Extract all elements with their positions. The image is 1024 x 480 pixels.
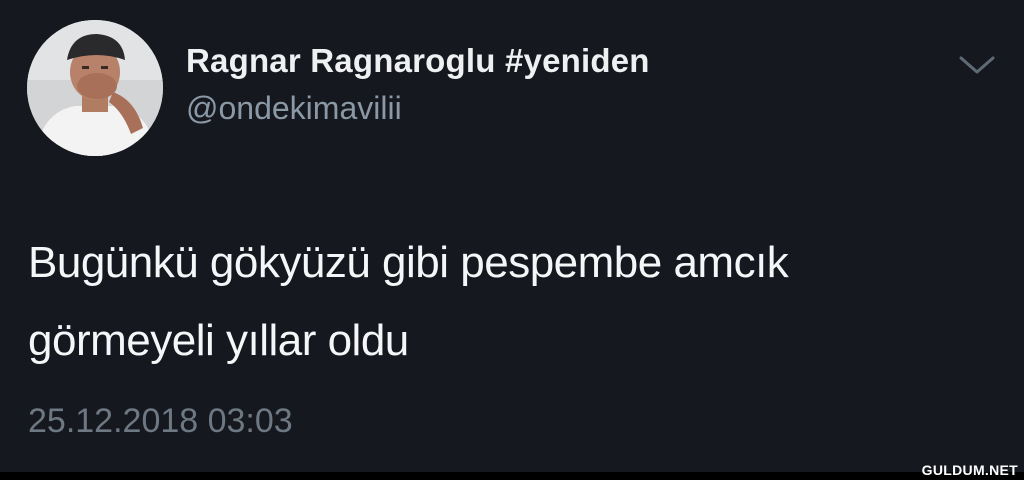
profile-photo-icon (27, 20, 163, 156)
tweet-text-line: Bugünkü gökyüzü gibi pespembe amcık (28, 238, 789, 287)
tweet-text-line: görmeyeli yıllar oldu (28, 316, 409, 365)
watermark: GULDUM.NET (921, 462, 1018, 478)
display-name[interactable]: Ragnar Ragnaroglu #yeniden (186, 42, 650, 80)
chevron-down-icon[interactable] (957, 50, 997, 80)
tweet-card: Ragnar Ragnaroglu #yeniden @ondekimavili… (0, 0, 1024, 472)
tweet-timestamp[interactable]: 25.12.2018 03:03 (28, 402, 293, 441)
avatar[interactable] (27, 20, 163, 156)
user-handle[interactable]: @ondekimavilii (186, 90, 402, 127)
tweet-text: Bugünkü gökyüzü gibi pespembe amcık görm… (28, 224, 1003, 380)
